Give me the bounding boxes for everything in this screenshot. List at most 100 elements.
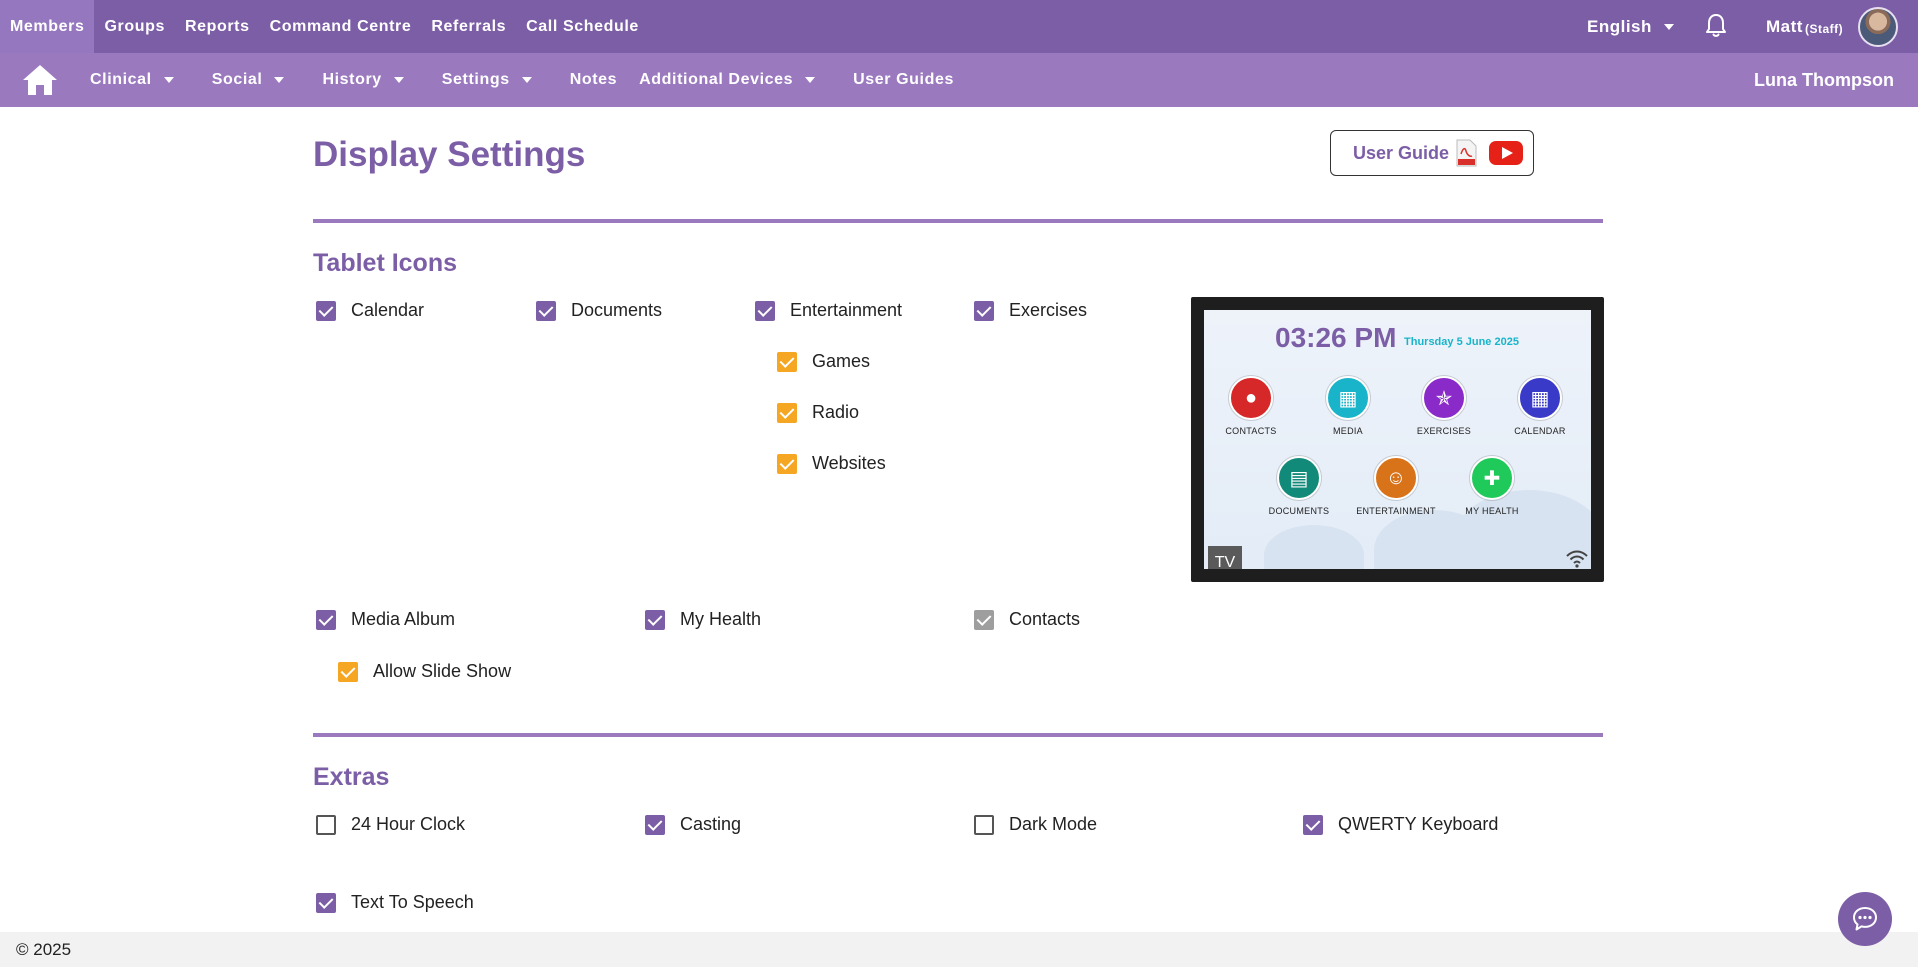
subnav-clinical[interactable]: Clinical	[90, 71, 174, 89]
games-checkbox[interactable]: Games	[777, 351, 870, 372]
subnav-settings[interactable]: Settings	[442, 71, 532, 89]
nav-groups[interactable]: Groups	[94, 0, 175, 53]
chevron-down-icon	[393, 77, 404, 83]
subnav-additional-devices-label: Additional Devices	[639, 71, 794, 88]
language-selector[interactable]: English	[1587, 0, 1674, 53]
games-label: Games	[812, 351, 871, 371]
checkbox-checked-icon	[777, 402, 797, 423]
tablet-clock: 03:26 PM	[1275, 322, 1397, 353]
copyright: © 2025	[16, 939, 72, 959]
language-label: English	[1587, 16, 1652, 36]
top-navigation-bar: Members Groups Reports Command Centre Re…	[0, 0, 1918, 53]
radio-label: Radio	[812, 402, 860, 422]
youtube-icon[interactable]	[1489, 141, 1524, 165]
contacts-checkbox[interactable]: Contacts	[974, 609, 1080, 630]
app-my-health: ✚ MY HEALTH	[1452, 456, 1532, 516]
media-album-checkbox[interactable]: Media Album	[316, 609, 455, 630]
app-label: EXERCISES	[1416, 426, 1472, 436]
casting-checkbox[interactable]: Casting	[645, 814, 741, 835]
checkbox-checked-icon	[316, 609, 336, 630]
checkbox-unchecked-icon	[316, 814, 336, 835]
tablet-preview: 03:26 PM Thursday 5 June 2025 ● CONTACTS…	[1191, 297, 1604, 582]
subnav-history[interactable]: History	[322, 71, 404, 89]
app-calendar: ▦ CALENDAR	[1500, 376, 1580, 436]
chevron-down-icon	[1663, 23, 1674, 30]
websites-checkbox[interactable]: Websites	[777, 453, 886, 474]
exercises-label: Exercises	[1009, 300, 1088, 320]
subnav-social[interactable]: Social	[212, 71, 285, 89]
app-entertainment: ☺ ENTERTAINMENT	[1356, 456, 1436, 516]
documents-checkbox[interactable]: Documents	[536, 300, 662, 321]
radio-checkbox[interactable]: Radio	[777, 402, 859, 423]
subnav-history-label: History	[322, 71, 382, 88]
entertainment-checkbox[interactable]: Entertainment	[755, 300, 902, 321]
app-documents: ▤ DOCUMENTS	[1259, 456, 1339, 516]
nav-reports[interactable]: Reports	[175, 0, 260, 53]
qwerty-keyboard-label: QWERTY Keyboard	[1338, 814, 1499, 834]
dark-mode-label: Dark Mode	[1009, 814, 1098, 834]
home-icon[interactable]	[21, 63, 59, 97]
user-menu[interactable]: Matt (Staff)	[1766, 0, 1843, 53]
app-label: MY HEALTH	[1465, 506, 1519, 516]
tablet-date: Thursday 5 June 2025	[1404, 336, 1519, 348]
dark-mode-checkbox[interactable]: Dark Mode	[974, 814, 1097, 835]
checkbox-checked-icon	[316, 892, 336, 913]
checkbox-checked-icon	[645, 609, 665, 630]
exercises-icon: ✯	[1422, 376, 1466, 420]
section-divider	[313, 733, 1603, 737]
my-health-checkbox[interactable]: My Health	[645, 609, 761, 630]
section-divider	[313, 219, 1603, 223]
app-label: ENTERTAINMENT	[1356, 506, 1436, 516]
user-guide-button[interactable]: User Guide	[1330, 130, 1534, 176]
checkbox-checked-icon	[777, 453, 797, 474]
checkbox-checked-icon	[1303, 814, 1323, 835]
chat-icon	[1853, 907, 1877, 931]
subnav-additional-devices[interactable]: Additional Devices	[639, 71, 816, 89]
user-guide-label: User Guide	[1353, 142, 1450, 163]
tablet-icons-heading: Tablet Icons	[313, 249, 458, 277]
checkbox-unchecked-icon	[974, 814, 994, 835]
checkbox-checked-icon	[777, 351, 797, 372]
24-hour-clock-label: 24 Hour Clock	[351, 814, 466, 834]
media-album-label: Media Album	[351, 609, 456, 629]
contacts-icon: ●	[1229, 376, 1273, 420]
bell-icon[interactable]	[1704, 13, 1728, 39]
app-label: MEDIA	[1332, 426, 1363, 436]
media-icon: ▦	[1326, 376, 1370, 420]
nav-members[interactable]: Members	[0, 0, 95, 53]
app-label: DOCUMENTS	[1268, 506, 1330, 516]
main-menu: Members Groups Reports Command Centre Re…	[0, 0, 649, 53]
text-to-speech-label: Text To Speech	[351, 892, 474, 912]
subnav-notes-label: Notes	[569, 71, 618, 88]
member-menu: Clinical Social History Settings Notes A…	[90, 53, 976, 107]
calendar-checkbox[interactable]: Calendar	[316, 300, 424, 321]
text-to-speech-checkbox[interactable]: Text To Speech	[316, 892, 474, 913]
avatar[interactable]	[1858, 7, 1898, 47]
subnav-notes[interactable]: Notes	[570, 71, 617, 89]
exercises-checkbox[interactable]: Exercises	[974, 300, 1087, 321]
chat-button[interactable]	[1838, 892, 1892, 946]
footer: © 2025	[0, 932, 1918, 967]
subnav-user-guides[interactable]: User Guides	[853, 71, 954, 89]
calendar-label: Calendar	[351, 300, 425, 320]
nav-call-schedule[interactable]: Call Schedule	[516, 0, 649, 53]
checkbox-checked-icon	[974, 300, 994, 321]
subnav-clinical-label: Clinical	[90, 71, 152, 88]
casting-label: Casting	[680, 814, 742, 834]
user-role: (Staff)	[1804, 21, 1844, 36]
24-hour-clock-checkbox[interactable]: 24 Hour Clock	[316, 814, 465, 835]
app-exercises: ✯ EXERCISES	[1404, 376, 1484, 436]
nav-referrals[interactable]: Referrals	[421, 0, 516, 53]
member-name: Luna Thompson	[1754, 69, 1894, 90]
chevron-down-icon	[163, 77, 174, 83]
checkbox-checked-icon	[536, 300, 556, 321]
checkbox-checked-icon	[316, 300, 336, 321]
checkbox-checked-icon	[974, 609, 994, 630]
allow-slide-show-checkbox[interactable]: Allow Slide Show	[338, 661, 511, 682]
nav-command-centre[interactable]: Command Centre	[260, 0, 422, 53]
subnav-settings-label: Settings	[441, 71, 510, 88]
qwerty-keyboard-checkbox[interactable]: QWERTY Keyboard	[1303, 814, 1498, 835]
my-health-label: My Health	[680, 609, 762, 629]
websites-label: Websites	[812, 453, 886, 473]
pdf-icon[interactable]	[1455, 139, 1477, 167]
